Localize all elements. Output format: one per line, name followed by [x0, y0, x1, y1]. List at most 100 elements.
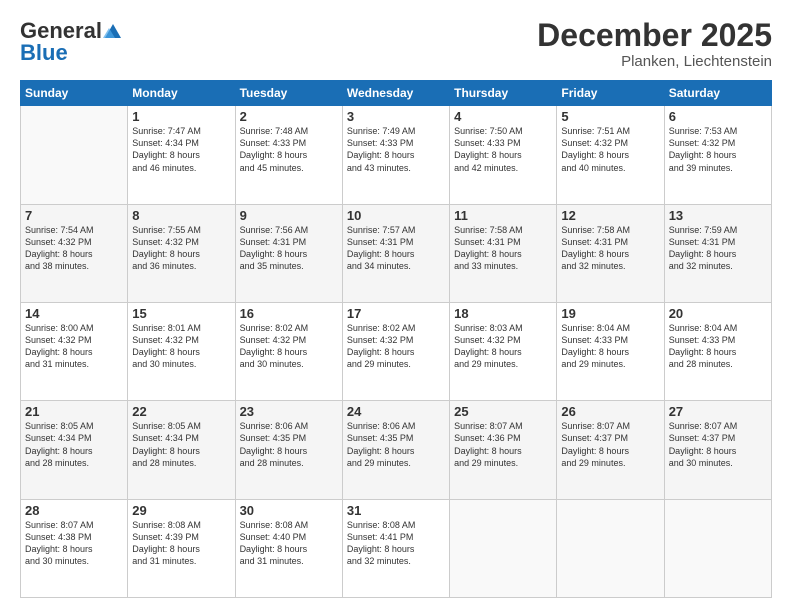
calendar-cell: 2Sunrise: 7:48 AMSunset: 4:33 PMDaylight… — [235, 106, 342, 204]
cell-info: Sunrise: 7:48 AMSunset: 4:33 PMDaylight:… — [240, 125, 338, 174]
calendar-cell: 8Sunrise: 7:55 AMSunset: 4:32 PMDaylight… — [128, 204, 235, 302]
page: General Blue December 2025 Planken, Liec… — [0, 0, 792, 612]
calendar-cell — [21, 106, 128, 204]
calendar-cell: 28Sunrise: 8:07 AMSunset: 4:38 PMDayligh… — [21, 499, 128, 597]
day-number: 3 — [347, 109, 445, 124]
header: General Blue December 2025 Planken, Liec… — [20, 18, 772, 70]
cell-info: Sunrise: 7:53 AMSunset: 4:32 PMDaylight:… — [669, 125, 767, 174]
cell-info: Sunrise: 8:06 AMSunset: 4:35 PMDaylight:… — [347, 420, 445, 469]
calendar-cell: 26Sunrise: 8:07 AMSunset: 4:37 PMDayligh… — [557, 401, 664, 499]
cell-info: Sunrise: 8:04 AMSunset: 4:33 PMDaylight:… — [561, 322, 659, 371]
calendar-cell: 17Sunrise: 8:02 AMSunset: 4:32 PMDayligh… — [342, 302, 449, 400]
cell-info: Sunrise: 8:08 AMSunset: 4:41 PMDaylight:… — [347, 519, 445, 568]
cell-info: Sunrise: 7:58 AMSunset: 4:31 PMDaylight:… — [454, 224, 552, 273]
cell-info: Sunrise: 7:55 AMSunset: 4:32 PMDaylight:… — [132, 224, 230, 273]
day-number: 25 — [454, 404, 552, 419]
day-number: 11 — [454, 208, 552, 223]
cell-info: Sunrise: 7:56 AMSunset: 4:31 PMDaylight:… — [240, 224, 338, 273]
calendar-cell: 24Sunrise: 8:06 AMSunset: 4:35 PMDayligh… — [342, 401, 449, 499]
day-number: 30 — [240, 503, 338, 518]
calendar-week-4: 21Sunrise: 8:05 AMSunset: 4:34 PMDayligh… — [21, 401, 772, 499]
day-number: 7 — [25, 208, 123, 223]
day-number: 10 — [347, 208, 445, 223]
calendar-cell: 25Sunrise: 8:07 AMSunset: 4:36 PMDayligh… — [450, 401, 557, 499]
calendar-cell — [557, 499, 664, 597]
calendar-cell: 11Sunrise: 7:58 AMSunset: 4:31 PMDayligh… — [450, 204, 557, 302]
calendar-cell: 5Sunrise: 7:51 AMSunset: 4:32 PMDaylight… — [557, 106, 664, 204]
calendar-cell: 23Sunrise: 8:06 AMSunset: 4:35 PMDayligh… — [235, 401, 342, 499]
day-number: 15 — [132, 306, 230, 321]
calendar-cell: 31Sunrise: 8:08 AMSunset: 4:41 PMDayligh… — [342, 499, 449, 597]
calendar-week-1: 1Sunrise: 7:47 AMSunset: 4:34 PMDaylight… — [21, 106, 772, 204]
cell-info: Sunrise: 7:47 AMSunset: 4:34 PMDaylight:… — [132, 125, 230, 174]
cell-info: Sunrise: 8:00 AMSunset: 4:32 PMDaylight:… — [25, 322, 123, 371]
cell-info: Sunrise: 8:07 AMSunset: 4:36 PMDaylight:… — [454, 420, 552, 469]
day-number: 1 — [132, 109, 230, 124]
calendar-cell: 7Sunrise: 7:54 AMSunset: 4:32 PMDaylight… — [21, 204, 128, 302]
calendar-cell: 15Sunrise: 8:01 AMSunset: 4:32 PMDayligh… — [128, 302, 235, 400]
col-header-monday: Monday — [128, 81, 235, 106]
day-number: 6 — [669, 109, 767, 124]
logo-icon — [103, 24, 121, 38]
cell-info: Sunrise: 7:49 AMSunset: 4:33 PMDaylight:… — [347, 125, 445, 174]
calendar-cell: 27Sunrise: 8:07 AMSunset: 4:37 PMDayligh… — [664, 401, 771, 499]
cell-info: Sunrise: 8:02 AMSunset: 4:32 PMDaylight:… — [240, 322, 338, 371]
day-number: 17 — [347, 306, 445, 321]
calendar-cell: 13Sunrise: 7:59 AMSunset: 4:31 PMDayligh… — [664, 204, 771, 302]
col-header-sunday: Sunday — [21, 81, 128, 106]
cell-info: Sunrise: 8:07 AMSunset: 4:37 PMDaylight:… — [561, 420, 659, 469]
day-number: 19 — [561, 306, 659, 321]
calendar-cell: 19Sunrise: 8:04 AMSunset: 4:33 PMDayligh… — [557, 302, 664, 400]
calendar-cell: 10Sunrise: 7:57 AMSunset: 4:31 PMDayligh… — [342, 204, 449, 302]
calendar-cell: 29Sunrise: 8:08 AMSunset: 4:39 PMDayligh… — [128, 499, 235, 597]
day-number: 5 — [561, 109, 659, 124]
day-number: 22 — [132, 404, 230, 419]
cell-info: Sunrise: 7:51 AMSunset: 4:32 PMDaylight:… — [561, 125, 659, 174]
day-number: 14 — [25, 306, 123, 321]
day-number: 4 — [454, 109, 552, 124]
day-number: 21 — [25, 404, 123, 419]
day-number: 31 — [347, 503, 445, 518]
calendar-cell: 21Sunrise: 8:05 AMSunset: 4:34 PMDayligh… — [21, 401, 128, 499]
day-number: 2 — [240, 109, 338, 124]
cell-info: Sunrise: 7:59 AMSunset: 4:31 PMDaylight:… — [669, 224, 767, 273]
day-number: 13 — [669, 208, 767, 223]
day-number: 28 — [25, 503, 123, 518]
day-number: 23 — [240, 404, 338, 419]
calendar-cell — [664, 499, 771, 597]
calendar-cell: 4Sunrise: 7:50 AMSunset: 4:33 PMDaylight… — [450, 106, 557, 204]
day-number: 18 — [454, 306, 552, 321]
cell-info: Sunrise: 7:50 AMSunset: 4:33 PMDaylight:… — [454, 125, 552, 174]
col-header-wednesday: Wednesday — [342, 81, 449, 106]
day-number: 20 — [669, 306, 767, 321]
calendar-cell: 1Sunrise: 7:47 AMSunset: 4:34 PMDaylight… — [128, 106, 235, 204]
col-header-tuesday: Tuesday — [235, 81, 342, 106]
calendar-week-3: 14Sunrise: 8:00 AMSunset: 4:32 PMDayligh… — [21, 302, 772, 400]
location: Planken, Liechtenstein — [537, 53, 772, 70]
cell-info: Sunrise: 7:54 AMSunset: 4:32 PMDaylight:… — [25, 224, 123, 273]
cell-info: Sunrise: 8:05 AMSunset: 4:34 PMDaylight:… — [25, 420, 123, 469]
calendar-cell: 20Sunrise: 8:04 AMSunset: 4:33 PMDayligh… — [664, 302, 771, 400]
calendar-cell — [450, 499, 557, 597]
cell-info: Sunrise: 8:02 AMSunset: 4:32 PMDaylight:… — [347, 322, 445, 371]
day-number: 9 — [240, 208, 338, 223]
col-header-saturday: Saturday — [664, 81, 771, 106]
col-header-thursday: Thursday — [450, 81, 557, 106]
day-number: 16 — [240, 306, 338, 321]
month-title: December 2025 — [537, 18, 772, 53]
cell-info: Sunrise: 7:58 AMSunset: 4:31 PMDaylight:… — [561, 224, 659, 273]
logo: General Blue — [20, 18, 122, 66]
cell-info: Sunrise: 8:05 AMSunset: 4:34 PMDaylight:… — [132, 420, 230, 469]
day-number: 24 — [347, 404, 445, 419]
day-number: 29 — [132, 503, 230, 518]
cell-info: Sunrise: 8:03 AMSunset: 4:32 PMDaylight:… — [454, 322, 552, 371]
day-number: 26 — [561, 404, 659, 419]
cell-info: Sunrise: 7:57 AMSunset: 4:31 PMDaylight:… — [347, 224, 445, 273]
calendar-cell: 14Sunrise: 8:00 AMSunset: 4:32 PMDayligh… — [21, 302, 128, 400]
calendar-week-2: 7Sunrise: 7:54 AMSunset: 4:32 PMDaylight… — [21, 204, 772, 302]
cell-info: Sunrise: 8:07 AMSunset: 4:37 PMDaylight:… — [669, 420, 767, 469]
day-number: 8 — [132, 208, 230, 223]
calendar-table: SundayMondayTuesdayWednesdayThursdayFrid… — [20, 80, 772, 598]
calendar-cell: 22Sunrise: 8:05 AMSunset: 4:34 PMDayligh… — [128, 401, 235, 499]
cell-info: Sunrise: 8:07 AMSunset: 4:38 PMDaylight:… — [25, 519, 123, 568]
